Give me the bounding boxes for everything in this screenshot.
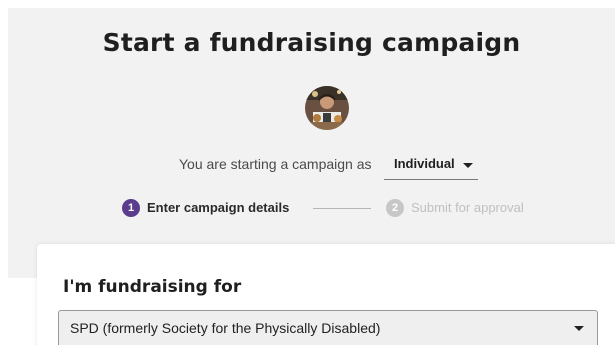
campaign-as-label: You are starting a campaign as — [179, 156, 372, 172]
campaign-role-dropdown[interactable]: Individual — [384, 150, 478, 180]
campaign-role-value: Individual — [394, 156, 455, 171]
page-title: Start a fundraising campaign — [102, 28, 521, 57]
step-1-number: 1 — [122, 199, 140, 217]
step-connector — [313, 208, 371, 209]
step-2-number: 2 — [386, 199, 404, 217]
caret-down-icon — [463, 163, 473, 168]
step-1-label: Enter campaign details — [147, 200, 290, 215]
beneficiary-value: SPD (formerly Society for the Physically… — [70, 320, 381, 336]
beneficiary-dropdown[interactable]: SPD (formerly Society for the Physically… — [58, 310, 598, 345]
user-avatar — [305, 86, 349, 130]
caret-down-icon — [574, 326, 584, 331]
step-2-label: Submit for approval — [411, 200, 524, 215]
header-panel: Start a fundraising campaign — [8, 8, 615, 278]
fundraising-for-heading: I'm fundraising for — [63, 277, 242, 297]
